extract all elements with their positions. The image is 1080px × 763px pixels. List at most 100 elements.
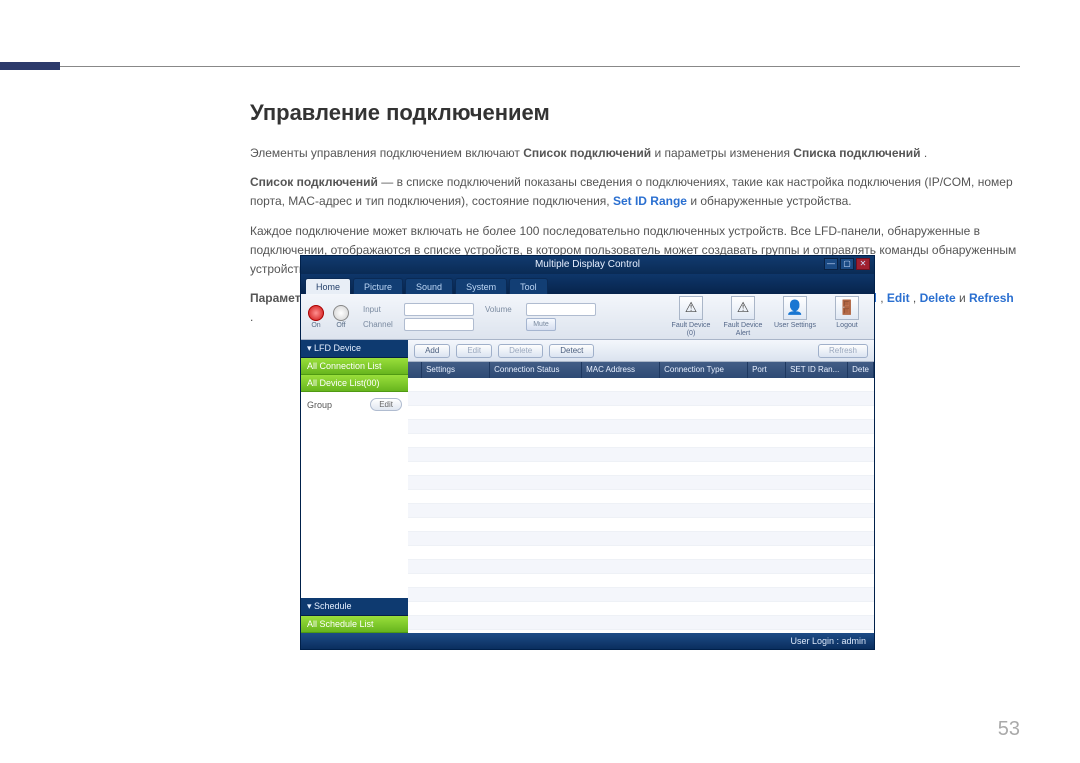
col-conntype: Connection Type [660,362,748,378]
maximize-button[interactable]: ▢ [840,258,854,270]
warning-icon: ⚠ [731,296,755,320]
table-row [408,420,874,434]
table-row [408,434,874,448]
table-row [408,588,874,602]
power-off-button[interactable]: Off [330,302,352,332]
text: , [880,291,887,305]
spacer [485,318,523,331]
page-heading: Управление подключением [250,100,1020,126]
sidebar-body: Group Edit [301,392,408,598]
sidebar-item-all-device[interactable]: All Device List(00) [301,375,408,392]
fault-device-button[interactable]: ⚠ Fault Device (0) [668,296,714,337]
col-setidrange: SET ID Ran... [786,362,848,378]
text: . [250,310,253,324]
icon-label: Fault Device (0) [668,322,714,337]
grid-wrap: Add Edit Delete Detect Refresh Settings … [408,340,874,633]
table-row [408,616,874,630]
tab-sound[interactable]: Sound [405,278,453,294]
table-row [408,518,874,532]
power-on-button[interactable]: On [305,302,327,332]
sidebar: ▾ LFD Device All Connection List All Dev… [301,340,408,633]
close-button[interactable]: ✕ [856,258,870,270]
link-refresh: Refresh [969,291,1014,305]
accent-bar [0,62,60,70]
link-setidrange: Set ID Range [613,194,687,208]
user-settings-button[interactable]: 👤 User Settings [772,296,818,337]
table-row [408,560,874,574]
table-row [408,392,874,406]
table-row [408,504,874,518]
warning-icon: ⚠ [679,296,703,320]
col-port: Port [748,362,786,378]
add-button[interactable]: Add [414,344,450,358]
delete-button[interactable]: Delete [498,344,543,358]
channel-label: Channel [363,318,401,331]
text: , [913,291,920,305]
volume-label: Volume [485,303,523,316]
text: и параметры изменения [654,146,793,160]
link-edit: Edit [887,291,910,305]
text: . [924,146,927,160]
col-connstatus: Connection Status [490,362,582,378]
refresh-button[interactable]: Refresh [818,344,868,358]
text: Элементы управления подключением включаю… [250,146,523,160]
table-row [408,406,874,420]
user-icon: 👤 [783,296,807,320]
grid-toolbar: Add Edit Delete Detect Refresh [408,340,874,362]
icon-label: Logout [836,322,857,330]
col-detect: Dete [848,362,874,378]
logout-button[interactable]: 🚪 Logout [824,296,870,337]
input-label: Input [363,303,401,316]
table-row [408,532,874,546]
group-edit-button[interactable]: Edit [370,398,402,411]
icon-label: User Settings [774,322,816,330]
window-buttons: — ▢ ✕ [824,258,870,270]
tab-picture[interactable]: Picture [353,278,403,294]
table-row [408,476,874,490]
table-row [408,490,874,504]
app-window: Multiple Display Control — ▢ ✕ Home Pict… [300,255,875,650]
col-blank [408,362,422,378]
detect-button[interactable]: Detect [549,344,594,358]
col-settings: Settings [422,362,490,378]
input-field[interactable] [404,303,474,316]
table-row [408,462,874,476]
table-row [408,378,874,392]
power-off-label: Off [336,322,345,329]
channel-field[interactable] [404,318,474,331]
link-delete: Delete [920,291,956,305]
toolbar: On Off Input Channel Volume Mute [301,294,874,340]
power-on-label: On [311,322,320,329]
label: Schedule [314,601,352,611]
bold-text: Список подключений [523,146,651,160]
fault-alert-button[interactable]: ⚠ Fault Device Alert [720,296,766,337]
status-bar: User Login : admin [301,633,874,649]
input-group: Input Channel [363,303,474,331]
group-label: Group [307,400,332,410]
sidebar-item-all-schedule[interactable]: All Schedule List [301,616,408,633]
edit-button[interactable]: Edit [456,344,492,358]
tab-tool[interactable]: Tool [509,278,548,294]
para-1: Элементы управления подключением включаю… [250,144,1020,163]
main-row: ▾ LFD Device All Connection List All Dev… [301,340,874,633]
col-mac: MAC Address [582,362,660,378]
table-row [408,602,874,616]
grid-header: Settings Connection Status MAC Address C… [408,362,874,378]
minimize-button[interactable]: — [824,258,838,270]
tab-home[interactable]: Home [305,278,351,294]
grid-body [408,378,874,633]
volume-group: Volume Mute [485,303,596,331]
mute-button[interactable]: Mute [526,318,556,331]
app-title: Multiple Display Control [535,259,640,270]
bold-text: Список подключений [250,175,378,189]
table-row [408,546,874,560]
sidebar-section-lfd[interactable]: ▾ LFD Device [301,340,408,358]
sidebar-section-schedule[interactable]: ▾ Schedule [301,598,408,616]
bold-text: Списка подключений [793,146,920,160]
group-row: Group Edit [307,398,402,411]
divider [60,66,1020,67]
tab-system[interactable]: System [455,278,507,294]
sidebar-item-all-connection[interactable]: All Connection List [301,358,408,375]
volume-field[interactable] [526,303,596,316]
toolbar-icons: ⚠ Fault Device (0) ⚠ Fault Device Alert … [668,296,870,337]
